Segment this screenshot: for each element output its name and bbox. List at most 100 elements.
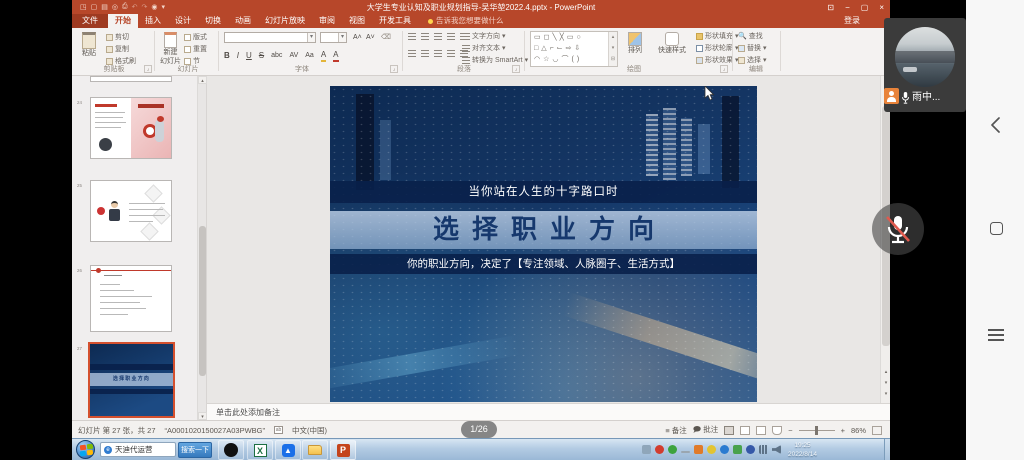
tab-transitions[interactable]: 切换 <box>198 14 228 28</box>
arrange-button[interactable]: 排列 <box>628 32 642 55</box>
tray-icon[interactable] <box>720 445 729 454</box>
notes-toggle[interactable]: ≡ 备注 <box>665 425 686 436</box>
strikethrough-button[interactable]: S <box>259 50 264 61</box>
spellcheck-icon[interactable]: ab <box>274 426 283 434</box>
scrollbar-thumb[interactable] <box>199 226 206 376</box>
highlight-button[interactable]: A <box>321 49 326 62</box>
grow-font-button[interactable]: A˄ <box>353 32 362 43</box>
indent-increase-icon[interactable] <box>447 33 455 40</box>
zoom-out-button[interactable]: − <box>788 426 792 435</box>
slide-thumbnail[interactable] <box>90 97 172 159</box>
qat-dropdown-icon[interactable]: ▾ <box>161 3 165 11</box>
justify-icon[interactable] <box>447 50 455 57</box>
title-bar[interactable]: ◳ ▢ ▤ ◎ ⎙ ↶ ↷ ◉ ▾ 大学生专业认知及职业规划指导-吴华堃2022… <box>72 0 890 14</box>
taskbar-clock[interactable]: 19:25 2022/8/14 <box>781 441 824 459</box>
change-case-button[interactable]: Aa <box>305 50 314 61</box>
slide-thumbnail[interactable] <box>90 180 172 242</box>
tray-icon[interactable] <box>733 445 742 454</box>
tab-slideshow[interactable]: 幻灯片放映 <box>258 14 312 28</box>
slide-thumbnail-selected[interactable]: 选择职业方向 <box>88 342 175 418</box>
tray-icon[interactable] <box>681 451 690 453</box>
shapes-scrollbar[interactable]: ▴▾⊟ <box>608 32 617 66</box>
notes-pane[interactable]: 单击此处添加备注 <box>207 403 890 420</box>
scroll-down-arrow[interactable]: ▾ <box>881 390 890 399</box>
font-dialog-launcher[interactable]: ⌟ <box>390 65 398 73</box>
align-right-icon[interactable] <box>434 50 442 57</box>
previous-slide-button[interactable]: ▴ <box>881 368 890 377</box>
minimize-icon[interactable]: − <box>845 3 850 12</box>
tab-file[interactable]: 文件 <box>72 14 108 28</box>
mute-microphone-button[interactable] <box>872 203 924 255</box>
combo-arrow-icon[interactable]: ▾ <box>307 33 315 42</box>
align-text-button[interactable]: 对齐文本▾ <box>462 44 528 53</box>
speaker-icon[interactable] <box>772 445 781 454</box>
reading-view-button[interactable] <box>756 426 766 435</box>
thumbnail-scrollbar[interactable]: ▴ ▾ <box>197 76 206 420</box>
font-size-combo[interactable]: ▾ <box>320 32 347 43</box>
search-go-button[interactable]: 搜索一下 <box>178 442 212 458</box>
maximize-icon[interactable]: ▢ <box>861 3 869 12</box>
network-signal-icon[interactable] <box>759 445 768 454</box>
shrink-font-button[interactable]: A˅ <box>366 32 375 43</box>
slide-thumbnail-partial[interactable] <box>90 76 172 82</box>
bullets-icon[interactable] <box>408 33 416 40</box>
tray-icon[interactable] <box>746 445 755 454</box>
shapes-row[interactable]: ◠☆◡⌒() <box>531 54 617 65</box>
clear-format-button[interactable]: ⌫ <box>381 32 391 43</box>
scroll-down-arrow[interactable]: ▾ <box>198 412 207 420</box>
fit-to-window-button[interactable] <box>872 426 882 435</box>
sign-in-link[interactable]: 登录 <box>844 14 860 28</box>
slide-sorter-view-button[interactable] <box>740 426 750 435</box>
tab-developer[interactable]: 开发工具 <box>372 14 418 28</box>
tray-icon[interactable] <box>668 445 677 454</box>
show-desktop-button[interactable] <box>884 439 890 460</box>
tab-design[interactable]: 设计 <box>168 14 198 28</box>
shapes-row[interactable]: ▭◻╲╳▭○ <box>531 32 617 43</box>
notes-placeholder[interactable]: 单击此处添加备注 <box>216 408 280 417</box>
slide-thumbnail[interactable] <box>90 265 172 332</box>
new-file-icon[interactable]: ▢ <box>91 3 98 11</box>
font-name-combo[interactable]: ▾ <box>224 32 316 43</box>
taskbar-search-input[interactable]: e 天迪代运营 <box>100 442 176 457</box>
copy-button[interactable]: 复制 <box>106 45 136 54</box>
quick-styles-button[interactable]: 快速样式 <box>658 32 686 55</box>
slide-canvas[interactable]: 当你站在人生的十字路口时 选择职业方向 你的职业方向，决定了【专注领域、人脉圈子… <box>330 86 757 402</box>
text-direction-button[interactable]: 文字方向▾ <box>462 32 528 41</box>
shapes-row[interactable]: □△⌐⌙⇨⇩ <box>531 43 617 54</box>
chevron-left-icon[interactable] <box>988 116 1004 134</box>
next-slide-button[interactable]: ▾ <box>881 379 890 388</box>
tray-icon[interactable] <box>694 445 703 454</box>
language-indicator[interactable]: 中文(中国) <box>292 425 327 436</box>
align-left-icon[interactable] <box>408 50 416 57</box>
share-icon[interactable]: ◉ <box>151 3 157 11</box>
comments-toggle[interactable]: 🗩 批注 <box>693 424 718 437</box>
zoom-percentage[interactable]: 86% <box>851 426 866 435</box>
zoom-slider-thumb[interactable] <box>815 426 818 435</box>
tell-me-box[interactable]: 告诉我您想要做什么 <box>428 14 504 28</box>
square-button-icon[interactable] <box>990 222 1003 235</box>
replace-button[interactable]: 替换▾ <box>738 44 767 53</box>
clipboard-dialog-launcher[interactable]: ⌟ <box>144 65 152 73</box>
scroll-up-arrow[interactable]: ▴ <box>198 76 207 84</box>
slideshow-view-button[interactable] <box>772 426 782 435</box>
font-color-button[interactable]: A <box>333 49 338 62</box>
tab-review[interactable]: 审阅 <box>312 14 342 28</box>
underline-button[interactable]: U <box>246 50 252 61</box>
start-button[interactable] <box>76 440 95 459</box>
reset-button[interactable]: 重置 <box>184 45 207 54</box>
taskbar-app-black-circle[interactable] <box>218 440 244 460</box>
save-icon[interactable]: ▤ <box>101 3 108 11</box>
bold-button[interactable]: B <box>224 50 230 61</box>
cut-button[interactable]: 剪切 <box>106 33 136 42</box>
participant-video-tile[interactable]: 雨中... <box>884 18 966 112</box>
combo-arrow-icon[interactable]: ▾ <box>338 33 346 42</box>
ribbon-display-icon[interactable]: ⊡ <box>827 3 834 12</box>
drawing-dialog-launcher[interactable]: ⌟ <box>720 65 728 73</box>
print-preview-icon[interactable]: ◎ <box>112 3 118 11</box>
text-shadow-button[interactable]: abc <box>271 50 282 61</box>
layout-button[interactable]: 版式 <box>184 33 207 42</box>
paste-button[interactable]: 粘贴 <box>82 32 96 58</box>
normal-view-button[interactable] <box>724 426 734 435</box>
redo-icon[interactable]: ↷ <box>141 3 147 11</box>
tray-icon[interactable] <box>655 445 664 454</box>
